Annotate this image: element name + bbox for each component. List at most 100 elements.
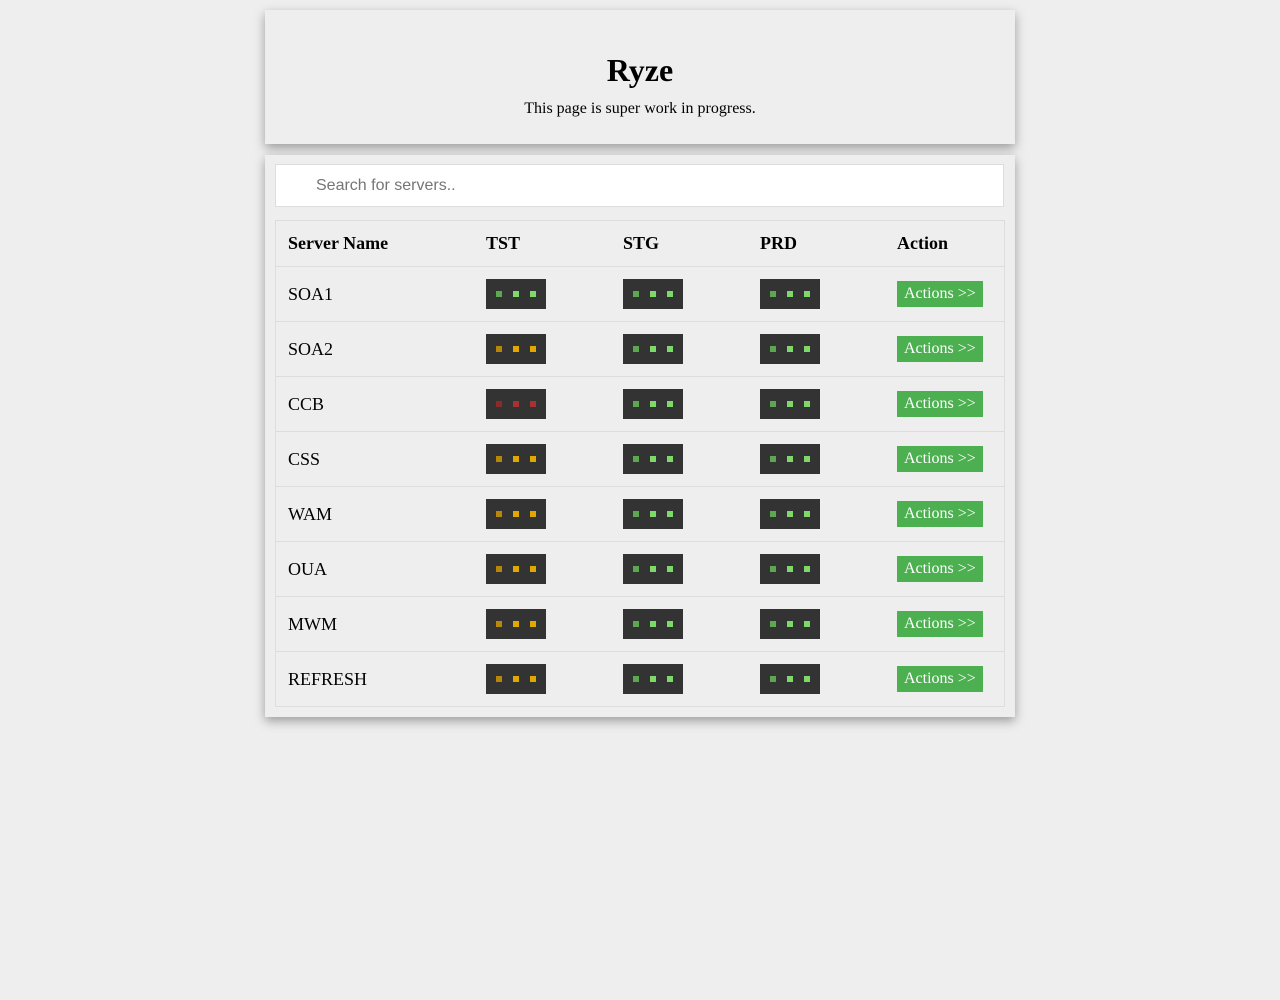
stg-status-indicator <box>623 389 683 419</box>
action-cell: Actions >> <box>885 652 1005 707</box>
search-input[interactable] <box>275 164 1004 207</box>
status-light <box>667 346 673 352</box>
server-name: REFRESH <box>288 668 368 689</box>
status-light <box>667 676 673 682</box>
tst-status-indicator <box>486 499 546 529</box>
actions-button[interactable]: Actions >> <box>897 501 983 527</box>
servers-table: Server Name TST STG PRD Action SOA1 Actio… <box>275 220 1005 707</box>
status-light <box>633 456 639 462</box>
prd-status-indicator <box>760 389 820 419</box>
tst-status-indicator <box>486 444 546 474</box>
table-row: CSS Actions >> <box>275 431 1005 487</box>
prd-status-indicator <box>760 279 820 309</box>
status-light <box>650 291 656 297</box>
status-light <box>667 456 673 462</box>
column-header-server-name: Server Name <box>275 220 474 267</box>
actions-button[interactable]: Actions >> <box>897 666 983 692</box>
status-light <box>667 621 673 627</box>
status-light <box>804 621 810 627</box>
prd-status-cell <box>748 596 885 652</box>
column-header-prd: PRD <box>748 220 885 267</box>
status-light <box>496 566 502 572</box>
stg-status-cell <box>611 486 748 542</box>
tst-status-cell <box>474 596 611 652</box>
tst-status-indicator <box>486 389 546 419</box>
actions-button[interactable]: Actions >> <box>897 391 983 417</box>
column-header-action: Action <box>885 220 1005 267</box>
action-cell: Actions >> <box>885 541 1005 597</box>
tst-status-indicator <box>486 609 546 639</box>
status-light <box>770 621 776 627</box>
prd-status-indicator <box>760 609 820 639</box>
stg-status-indicator <box>623 664 683 694</box>
prd-status-cell <box>748 431 885 487</box>
status-light <box>650 401 656 407</box>
tst-status-indicator <box>486 279 546 309</box>
tst-status-cell <box>474 431 611 487</box>
servers-panel: Server Name TST STG PRD Action SOA1 Actio… <box>265 155 1015 717</box>
tst-status-cell <box>474 321 611 377</box>
prd-status-cell <box>748 321 885 377</box>
status-light <box>650 346 656 352</box>
status-light <box>513 621 519 627</box>
stg-status-cell <box>611 431 748 487</box>
tst-status-indicator <box>486 334 546 364</box>
status-light <box>530 456 536 462</box>
status-light <box>513 456 519 462</box>
status-light <box>650 456 656 462</box>
status-light <box>496 511 502 517</box>
table-row: CCB Actions >> <box>275 376 1005 432</box>
server-name: SOA1 <box>275 266 474 322</box>
status-light <box>787 511 793 517</box>
tst-status-cell <box>474 541 611 597</box>
status-light <box>496 346 502 352</box>
table-row: OUA Actions >> <box>275 541 1005 597</box>
status-light <box>804 456 810 462</box>
table-row: REFRESH Actions >> <box>276 652 1005 707</box>
status-light <box>496 291 502 297</box>
status-light <box>530 511 536 517</box>
status-light <box>530 346 536 352</box>
actions-button[interactable]: Actions >> <box>897 336 983 362</box>
status-light <box>804 511 810 517</box>
actions-button[interactable]: Actions >> <box>897 611 983 637</box>
status-light <box>770 566 776 572</box>
status-light <box>530 401 536 407</box>
status-light <box>496 401 502 407</box>
stg-status-indicator <box>623 609 683 639</box>
actions-button[interactable]: Actions >> <box>897 556 983 582</box>
stg-status-cell <box>611 266 748 322</box>
status-light <box>804 291 810 297</box>
status-light <box>633 676 639 682</box>
status-light <box>513 511 519 517</box>
status-light <box>667 566 673 572</box>
stg-status-indicator <box>623 444 683 474</box>
stg-status-cell <box>611 321 748 377</box>
status-light <box>787 401 793 407</box>
actions-button[interactable]: Actions >> <box>897 446 983 472</box>
status-light <box>633 346 639 352</box>
status-light <box>496 621 502 627</box>
prd-status-indicator <box>760 664 820 694</box>
action-cell: Actions >> <box>885 596 1005 652</box>
stg-status-cell <box>611 541 748 597</box>
prd-status-cell <box>748 486 885 542</box>
status-light <box>650 621 656 627</box>
status-light <box>513 401 519 407</box>
server-name: CSS <box>275 431 474 487</box>
status-light <box>804 566 810 572</box>
status-light <box>633 291 639 297</box>
actions-button[interactable]: Actions >> <box>897 281 983 307</box>
tst-status-indicator <box>486 664 546 694</box>
status-light <box>530 291 536 297</box>
table-row: WAM Actions >> <box>275 486 1005 542</box>
status-light <box>513 566 519 572</box>
action-cell: Actions >> <box>885 266 1005 322</box>
stg-status-cell <box>611 652 748 707</box>
status-light <box>650 566 656 572</box>
tst-status-cell <box>474 266 611 322</box>
stg-status-indicator <box>623 334 683 364</box>
tst-status-cell <box>474 652 611 707</box>
prd-status-indicator <box>760 334 820 364</box>
tst-status-indicator <box>486 554 546 584</box>
